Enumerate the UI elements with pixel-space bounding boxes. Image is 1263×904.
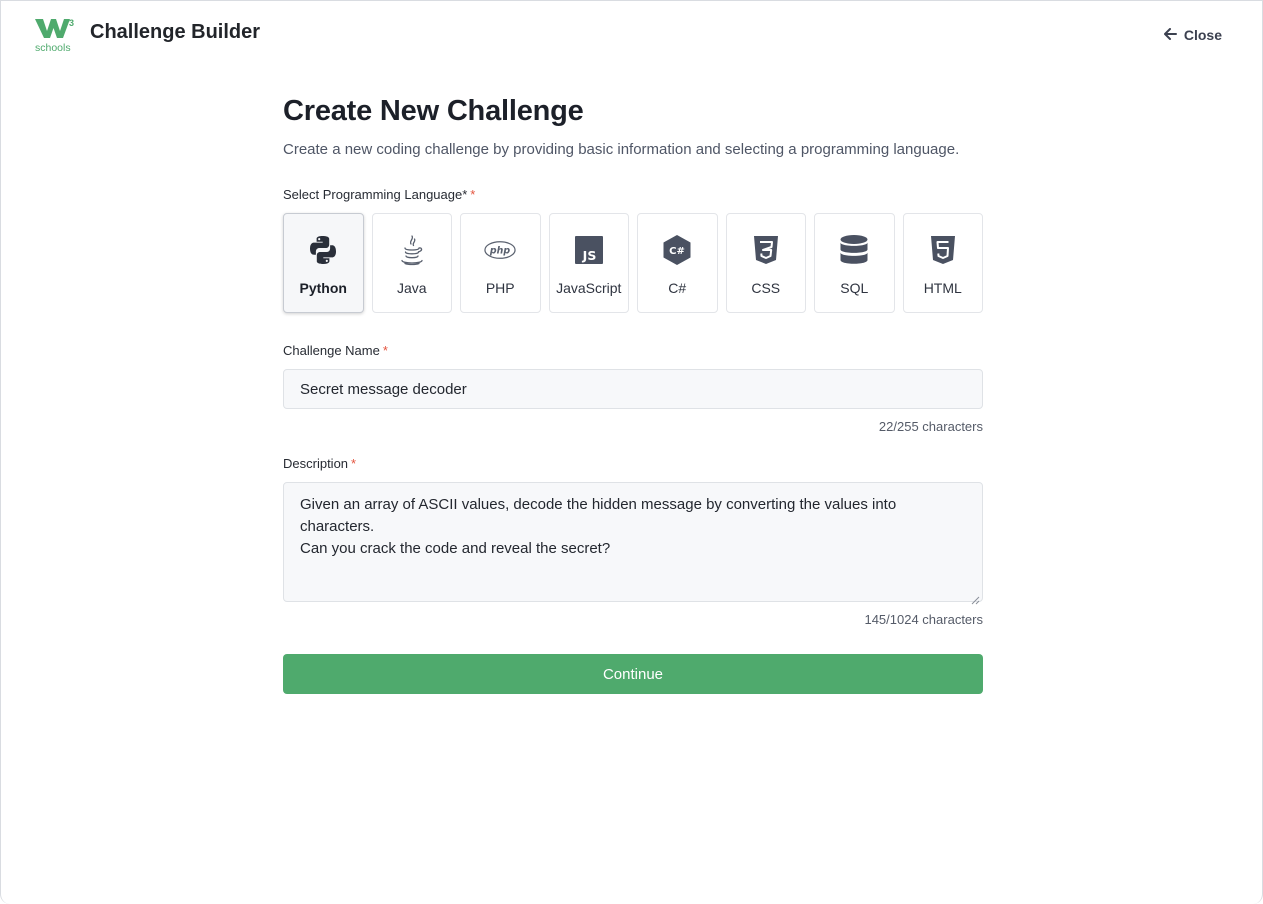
language-label: Select Programming Language* * <box>283 187 476 202</box>
required-marker: * <box>382 343 388 358</box>
language-option-csharp[interactable]: C# C# <box>637 213 718 313</box>
csharp-icon: C# <box>661 234 693 266</box>
javascript-icon: JS <box>573 234 605 266</box>
svg-text:schools: schools <box>35 42 71 54</box>
close-label: Close <box>1183 27 1222 43</box>
challenge-name-label: Challenge Name * <box>283 343 388 358</box>
language-option-javascript[interactable]: JS JavaScript <box>548 213 629 313</box>
java-icon <box>396 234 428 266</box>
language-option-css[interactable]: CSS <box>725 213 806 313</box>
challenge-form: Create New Challenge Create a new coding… <box>283 95 983 694</box>
page-subtitle: Create a new coding challenge by providi… <box>283 141 960 158</box>
language-name: CSS <box>751 280 781 296</box>
w3schools-logo[interactable]: 3 schools <box>35 17 75 55</box>
required-marker: * <box>351 456 357 471</box>
language-name: Java <box>396 280 427 296</box>
language-option-sql[interactable]: SQL <box>814 213 895 313</box>
arrow-left-icon <box>1163 27 1177 43</box>
php-icon: php <box>484 234 516 266</box>
resize-handle-icon[interactable] <box>971 590 980 605</box>
page-title: Create New Challenge <box>283 95 584 127</box>
challenge-name-value: Secret message decoder <box>300 380 467 398</box>
css-icon <box>750 234 782 266</box>
required-marker: * <box>470 187 476 202</box>
description-label: Description * <box>283 456 357 471</box>
html-icon <box>927 234 959 266</box>
language-option-java[interactable]: Java <box>371 213 452 313</box>
close-button[interactable]: Close <box>1163 27 1222 43</box>
description-line: Can you crack the code and reveal the se… <box>300 540 611 557</box>
description-counter: 145/1024 characters <box>864 612 983 627</box>
svg-text:php: php <box>489 245 510 256</box>
language-name: PHP <box>485 280 515 296</box>
language-name: Python <box>299 280 347 296</box>
svg-text:3: 3 <box>69 18 74 28</box>
description-line: Given an array of ASCII values, decode t… <box>300 496 897 535</box>
python-icon <box>307 234 339 266</box>
app-title: Challenge Builder <box>90 21 261 43</box>
description-textarea[interactable]: Given an array of ASCII values, decode t… <box>283 482 983 605</box>
language-name: HTML <box>923 280 962 296</box>
svg-text:JS: JS <box>581 248 596 263</box>
language-option-php[interactable]: php PHP <box>460 213 541 313</box>
language-selector: Python Java php PHP JS JavaScript C# C# … <box>283 213 983 313</box>
language-option-html[interactable]: HTML <box>902 213 983 313</box>
challenge-name-counter: 22/255 characters <box>878 419 983 434</box>
database-icon <box>838 234 870 266</box>
svg-text:C#: C# <box>669 246 685 257</box>
challenge-name-input[interactable]: Secret message decoder <box>283 369 983 409</box>
language-name: JavaScript <box>556 280 622 296</box>
app-window: 3 schools Challenge Builder Close Create… <box>0 0 1263 904</box>
language-option-python[interactable]: Python <box>283 213 364 313</box>
language-name: C# <box>668 280 687 296</box>
language-name: SQL <box>840 280 869 296</box>
continue-button[interactable]: Continue <box>283 654 983 694</box>
